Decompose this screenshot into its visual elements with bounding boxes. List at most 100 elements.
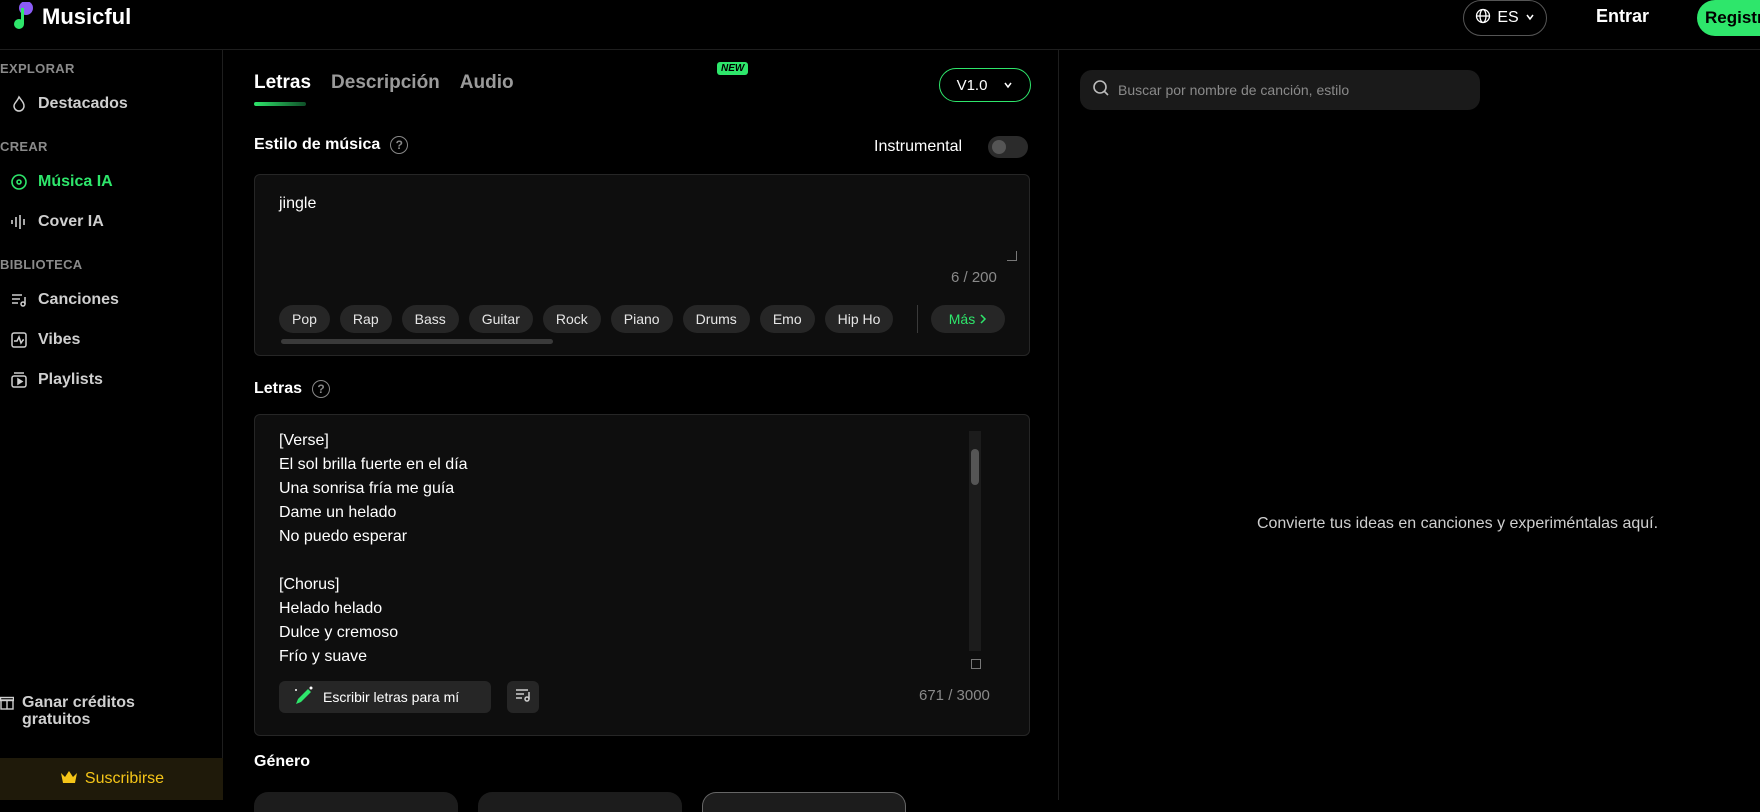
songs-panel: Convierte tus ideas en canciones y exper… [1060,50,1760,800]
subscribe-button[interactable]: Suscribirse [0,758,223,800]
pulse-icon [10,331,28,349]
chips-scrollbar[interactable] [281,339,553,344]
sidebar-item-featured[interactable]: Destacados [10,92,128,116]
login-button[interactable]: Entrar [1596,6,1649,27]
section-label-library: BIBLIOTECA [0,257,83,272]
sidebar-item-label: Cover IA [38,213,104,230]
style-chip[interactable]: Bass [401,305,459,333]
sidebar-item-label: Playlists [38,371,103,388]
lyrics-box: [Verse] El sol brilla fuerte en el día U… [254,414,1030,736]
app-name: Musicful [42,4,132,29]
genre-option[interactable] [702,792,906,812]
mode-tabs: Letras Descripción Audio [254,72,514,94]
credits-label-line2: gratuitos [22,711,91,728]
lyrics-textarea[interactable]: [Verse] El sol brilla fuerte en el día U… [279,429,979,669]
resize-grip-icon[interactable] [971,659,981,669]
sidebar: EXPLORAR Destacados CREAR Música IA Cove… [0,50,223,800]
waveform-icon [10,213,28,231]
sidebar-item-label: Canciones [38,291,119,308]
more-styles-button[interactable]: Más [931,305,1005,333]
magic-pen-icon [293,685,315,710]
playlist-icon [10,371,28,389]
scrollbar-thumb[interactable] [971,449,979,485]
tab-lyrics[interactable]: Letras [254,72,311,94]
help-icon[interactable]: ? [390,136,409,154]
active-tab-indicator [254,102,306,106]
style-chip[interactable]: Rap [339,305,392,333]
instrumental-toggle[interactable] [988,136,1028,158]
lyrics-line [279,549,979,573]
sidebar-item-vibes[interactable]: Vibes [10,328,80,352]
globe-icon [1475,8,1491,29]
lyrics-scrollbar[interactable] [969,431,981,651]
music-list-icon [514,686,532,709]
style-chip[interactable]: Hip Ho [824,305,894,333]
more-label: Más [948,311,976,327]
tab-audio[interactable]: Audio [460,72,514,94]
register-button[interactable]: Registrarse [1697,0,1760,36]
style-chip[interactable]: Rock [542,305,601,333]
sidebar-item-label: Vibes [38,331,81,348]
genre-option[interactable] [478,792,682,812]
instrumental-label: Instrumental [874,138,963,155]
chevron-down-icon [1525,9,1535,27]
music-style-input[interactable]: jingle [279,195,316,213]
top-bar: Musicful ES Entrar Registrarse [0,0,1760,50]
section-label-explore: EXPLORAR [0,61,75,76]
search-input[interactable] [1118,82,1458,98]
lyrics-line: Dulce y cremoso [279,624,399,641]
language-code: ES [1497,9,1519,26]
credits-label-line1: Ganar créditos [22,694,135,711]
style-chip[interactable]: Emo [759,305,815,333]
style-chips: Pop Rap Bass Guitar Rock Piano Drums Emo… [279,305,913,333]
music-style-label: Estilo de música [254,136,381,153]
write-lyrics-button[interactable]: Escribir letras para mí [279,681,491,713]
chevron-down-icon [1003,77,1013,94]
style-chip[interactable]: Piano [610,305,673,333]
flame-icon [10,95,28,113]
sidebar-item-ai-cover[interactable]: Cover IA [10,210,104,234]
style-chip[interactable]: Drums [682,305,750,333]
version-selector[interactable]: V1.0 [939,68,1031,102]
style-chip[interactable]: Pop [279,305,330,333]
lyrics-header: Letras ? [254,380,331,398]
tab-description[interactable]: Descripción [331,72,440,94]
sidebar-item-label: Música IA [38,173,113,190]
song-search[interactable] [1080,70,1480,110]
music-style-header: Estilo de música ? [254,136,409,154]
app-logo[interactable]: Musicful [8,1,132,32]
gift-icon [0,694,15,714]
style-char-counter: 6 / 200 [951,269,997,286]
lyrics-line: Helado helado [279,600,383,617]
sidebar-item-songs[interactable]: Canciones [10,288,119,312]
version-label: V1.0 [956,76,988,94]
music-note-logo-icon [8,1,38,32]
chevron-right-icon [979,311,987,327]
lyrics-line: Una sonrisa fría me guía [279,480,455,497]
lyrics-line: [Chorus] [279,576,340,593]
language-selector[interactable]: ES [1463,0,1547,36]
genre-label: Género [254,753,311,770]
sidebar-item-label: Destacados [38,95,128,112]
style-chip[interactable]: Guitar [468,305,533,333]
lyrics-line: No puedo esperar [279,528,408,545]
new-badge: NEW [717,62,749,75]
create-panel: Letras Descripción Audio NEW V1.0 Estilo… [224,50,1059,812]
subscribe-label: Suscribirse [84,770,165,787]
lyrics-label: Letras [254,380,303,397]
section-label-create: CREAR [0,139,48,154]
sidebar-item-ai-music[interactable]: Música IA [10,170,113,194]
music-style-box: jingle 6 / 200 Pop Rap Bass Guitar Rock … [254,174,1030,356]
help-icon[interactable]: ? [312,380,331,398]
genre-option[interactable] [254,792,458,812]
lyrics-line: El sol brilla fuerte en el día [279,456,468,473]
resize-grip-icon[interactable] [1007,251,1017,261]
earn-credits-link[interactable]: Ganar créditos gratuitos [0,694,135,728]
write-lyrics-label: Escribir letras para mí [323,689,460,705]
lyrics-line: Frío y suave [279,648,368,665]
lyrics-structure-button[interactable] [507,681,539,713]
lyrics-line: Dame un helado [279,504,397,521]
chips-divider [917,305,918,333]
toggle-knob [992,140,1006,154]
sidebar-item-playlists[interactable]: Playlists [10,368,103,392]
